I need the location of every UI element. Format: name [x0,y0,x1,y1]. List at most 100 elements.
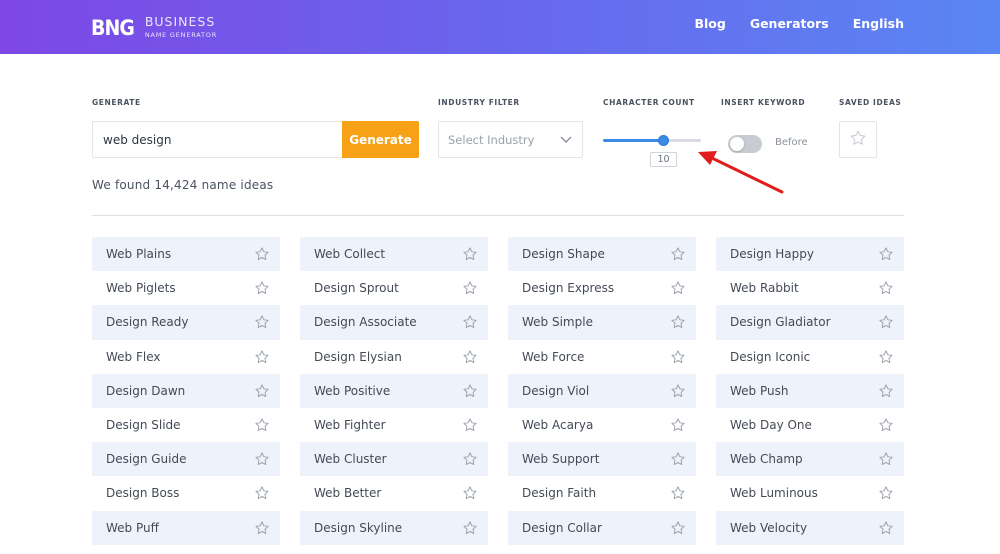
name-item[interactable]: Design Sprout [300,271,488,305]
star-icon[interactable] [254,520,270,536]
name-item[interactable]: Web Positive [300,373,488,408]
generate-label: GENERATE [92,98,141,107]
star-icon[interactable] [462,417,478,433]
slider-handle[interactable] [658,135,670,146]
star-icon[interactable] [670,280,686,296]
star-icon[interactable] [462,383,478,399]
name-item[interactable]: Design Faith [508,476,696,510]
nav-blog[interactable]: Blog [694,16,725,31]
name-item[interactable]: Design Iconic [716,340,904,374]
name-item[interactable]: Web Flex [92,340,280,374]
name-label: Design Guide [106,452,187,467]
star-icon[interactable] [254,485,270,501]
star-icon[interactable] [878,280,894,296]
star-icon[interactable] [878,417,894,433]
star-icon[interactable] [878,451,894,467]
star-icon[interactable] [878,383,894,399]
name-item[interactable]: Design Viol [508,373,696,408]
nav-generators[interactable]: Generators [750,16,829,31]
name-item[interactable]: Web Day One [716,408,904,442]
name-label: Web Plains [106,247,172,262]
name-label: Web Force [522,349,585,364]
star-icon[interactable] [462,485,478,501]
insert-keyword-label: INSERT KEYWORD [721,98,806,107]
name-item[interactable]: Design Shape [508,237,696,272]
name-label: Web Support [522,452,600,467]
star-icon[interactable] [670,246,686,262]
name-item[interactable]: Design Guide [92,442,280,477]
star-icon[interactable] [878,520,894,536]
name-item[interactable]: Web Support [508,442,696,477]
star-icon[interactable] [670,383,686,399]
name-item[interactable]: Web Plains [92,237,280,272]
star-icon[interactable] [462,451,478,467]
star-icon[interactable] [462,246,478,262]
name-label: Web Fighter [314,418,386,433]
logo-subtitle: NAME GENERATOR [144,30,218,39]
name-item[interactable]: Web Collect [300,237,488,272]
star-icon[interactable] [462,349,478,365]
name-item[interactable]: Design Ready [92,305,280,340]
character-count-slider[interactable] [603,133,701,149]
star-icon[interactable] [878,349,894,365]
star-icon[interactable] [670,485,686,501]
star-icon[interactable] [670,451,686,467]
star-icon[interactable] [670,349,686,365]
main-nav: Blog Generators English [694,16,904,31]
logo-mark: BNG [91,16,135,40]
star-icon[interactable] [670,520,686,536]
star-icon[interactable] [670,314,686,330]
star-icon[interactable] [254,349,270,365]
name-item[interactable]: Web Better [300,476,488,510]
name-item[interactable]: Web Simple [508,305,696,340]
star-icon[interactable] [254,417,270,433]
industry-select[interactable]: Select Industry [438,121,583,158]
divider [92,215,904,216]
name-item[interactable]: Design Gladiator [716,305,904,340]
name-item[interactable]: Web Fighter [300,408,488,442]
generate-button[interactable]: Generate [342,121,419,158]
name-item[interactable]: Design Boss [92,476,280,510]
nav-language[interactable]: English [853,16,904,31]
star-icon[interactable] [254,314,270,330]
name-label: Web Piglets [106,281,176,296]
name-item[interactable]: Design Associate [300,305,488,340]
name-item[interactable]: Design Happy [716,237,904,272]
keyword-input[interactable]: web design [92,121,342,158]
name-item[interactable]: Web Piglets [92,271,280,305]
name-item[interactable]: Design Collar [508,510,696,545]
name-item[interactable]: Design Slide [92,408,280,442]
saved-ideas-button[interactable] [839,121,877,158]
name-item[interactable]: Design Elysian [300,340,488,374]
name-item[interactable]: Web Force [508,340,696,374]
name-item[interactable]: Web Champ [716,442,904,477]
logo-text: BUSINESS NAME GENERATOR [144,15,218,39]
star-icon[interactable] [878,314,894,330]
name-item[interactable]: Design Dawn [92,373,280,408]
star-icon[interactable] [878,246,894,262]
star-icon[interactable] [878,485,894,501]
star-icon[interactable] [254,280,270,296]
star-icon[interactable] [254,383,270,399]
name-item[interactable]: Web Luminous [716,476,904,510]
name-item[interactable]: Web Cluster [300,442,488,477]
star-icon[interactable] [254,246,270,262]
name-label: Design Faith [522,486,597,501]
star-icon[interactable] [670,417,686,433]
name-label: Design Happy [730,247,814,262]
star-icon[interactable] [462,280,478,296]
name-label: Web Champ [730,452,803,467]
name-item[interactable]: Web Push [716,373,904,408]
name-item[interactable]: Design Skyline [300,510,488,545]
name-item[interactable]: Web Velocity [716,510,904,545]
name-item[interactable]: Web Acarya [508,408,696,442]
logo[interactable]: BNG BUSINESS NAME GENERATOR [91,10,217,44]
name-item[interactable]: Design Express [508,271,696,305]
name-item[interactable]: Web Rabbit [716,271,904,305]
name-item[interactable]: Web Puff [92,510,280,545]
star-icon[interactable] [462,520,478,536]
name-label: Web Flex [106,349,161,364]
star-icon[interactable] [462,314,478,330]
name-label: Design Shape [522,247,605,262]
star-icon[interactable] [254,451,270,467]
